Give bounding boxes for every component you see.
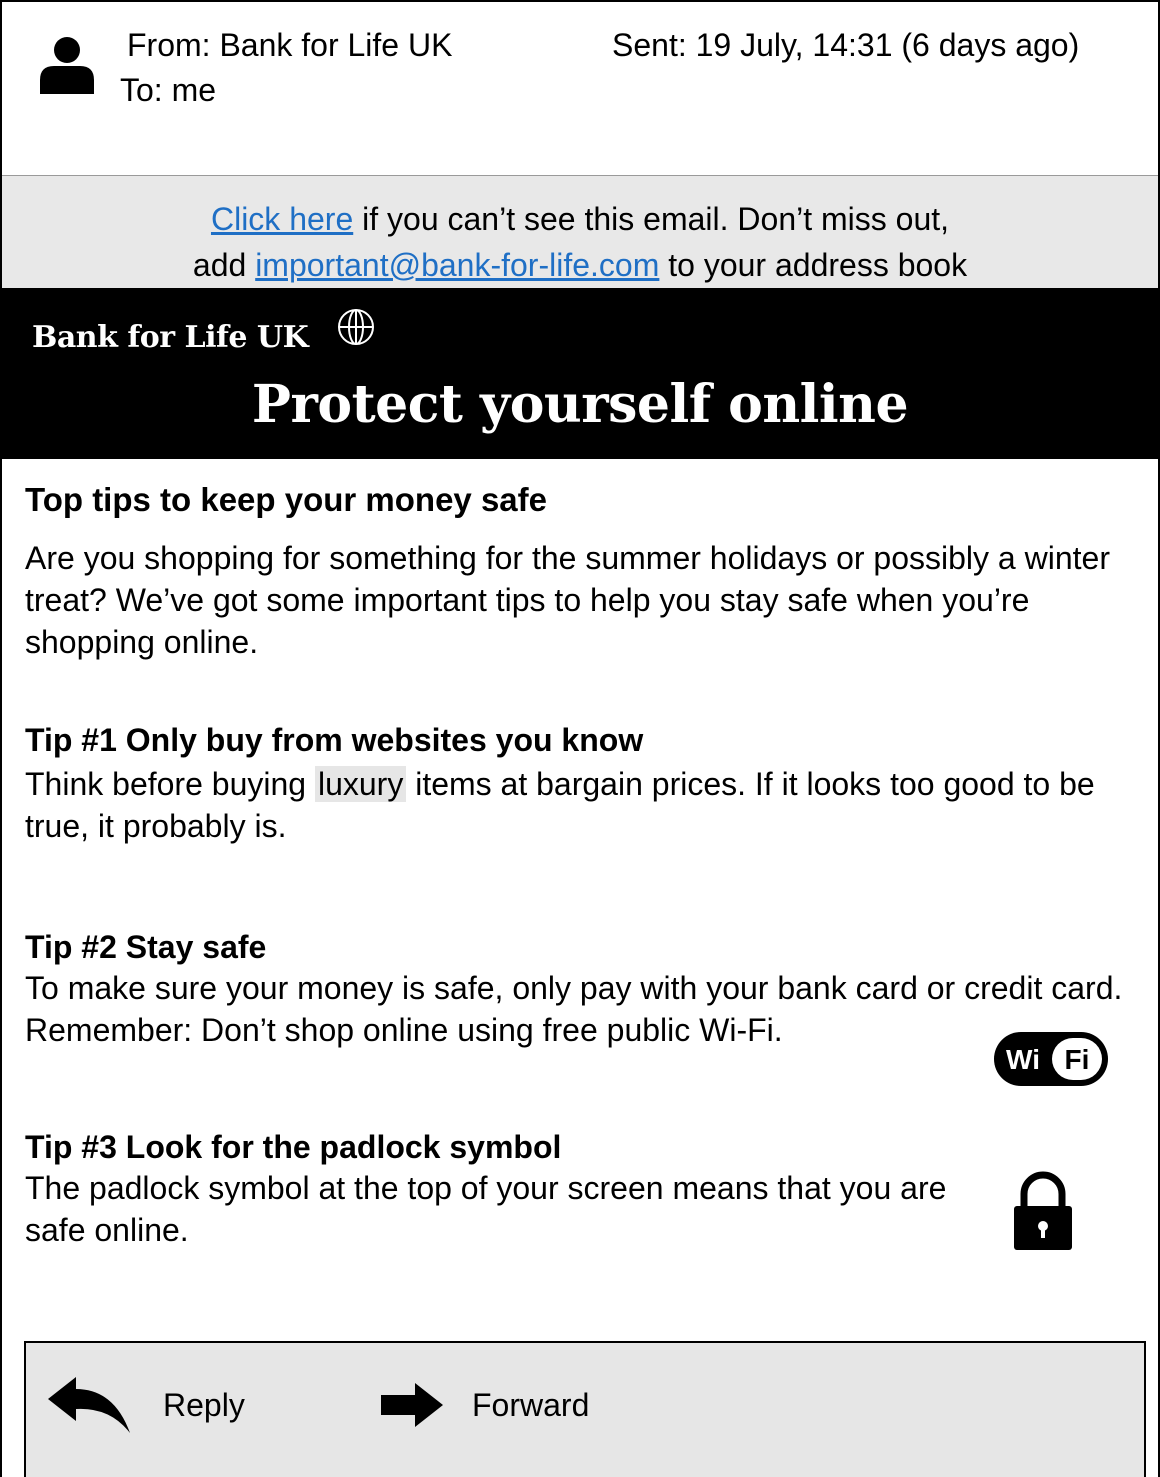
action-bar: Reply Forward	[24, 1341, 1146, 1477]
padlock-icon	[1014, 1171, 1072, 1250]
notice-text-2-suffix: to your address book	[659, 247, 968, 283]
email-header: From: Bank for Life UK To: me Sent: 19 J…	[0, 0, 1160, 175]
globe-icon	[338, 309, 374, 345]
sent-timestamp: Sent: 19 July, 14:31 (6 days ago)	[612, 27, 1080, 63]
notice-line-2: add important@bank-for-life.com to your …	[2, 242, 1158, 288]
tip-3-title: Tip #3 Look for the padlock symbol	[25, 1129, 562, 1165]
reply-button[interactable]: Reply	[163, 1387, 245, 1424]
brand-banner: Bank for Life UK Protect yourself online	[2, 288, 1158, 459]
reply-arrow-icon[interactable]	[48, 1377, 130, 1433]
notice-text-1: if you can’t see this email. Don’t miss …	[353, 201, 950, 237]
wifi-icon: Wi Fi	[994, 1032, 1108, 1086]
wifi-text-fi: Fi	[1065, 1044, 1090, 1075]
sender: From: Bank for Life UK	[127, 27, 453, 63]
wifi-text-wi: Wi	[1006, 1044, 1040, 1075]
tip-3-text: The padlock symbol at the top of your sc…	[25, 1170, 947, 1248]
brand-name: Bank for Life UK	[32, 320, 309, 355]
tip-2-text: To make sure your money is safe, only pa…	[25, 970, 1123, 1048]
intro-paragraph: Are you shopping for something for the s…	[25, 540, 1110, 660]
forward-button[interactable]: Forward	[472, 1387, 589, 1424]
click-here-link[interactable]: Click here	[211, 201, 353, 237]
email-address-link[interactable]: important@bank-for-life.com	[255, 247, 659, 283]
recipient: To: me	[120, 72, 217, 108]
banner-title: Protect yourself online	[251, 374, 909, 435]
tip-1-text-before: Think before buying	[25, 766, 315, 802]
tip-2-title: Tip #2 Stay safe	[25, 929, 267, 965]
notice-text-2-prefix: add	[192, 247, 256, 283]
tip-1-title: Tip #1 Only buy from websites you know	[25, 722, 644, 758]
forward-arrow-icon[interactable]	[381, 1383, 443, 1427]
section-heading: Top tips to keep your money safe	[25, 481, 547, 518]
view-in-browser-notice: Click here if you can’t see this email. …	[2, 175, 1158, 288]
person-icon	[40, 37, 94, 94]
tip-1-text: Think before buying luxury items at barg…	[25, 763, 1105, 847]
highlighted-word: luxury	[314, 766, 407, 802]
notice-line-1: Click here if you can’t see this email. …	[2, 196, 1158, 242]
